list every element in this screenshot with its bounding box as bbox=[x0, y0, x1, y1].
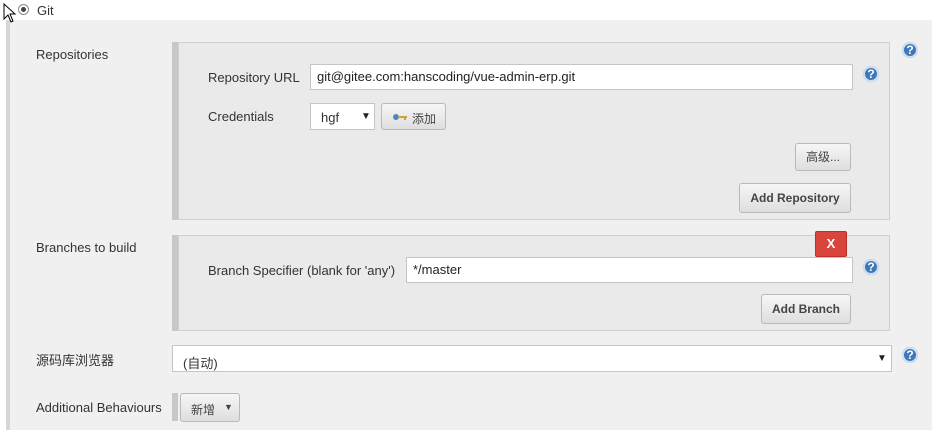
add-behaviour-label: 新增 bbox=[191, 403, 216, 417]
credentials-select[interactable]: hgf ▼ bbox=[310, 103, 375, 130]
credentials-value: hgf bbox=[321, 110, 340, 125]
add-credentials-button[interactable]: 添加 bbox=[381, 103, 446, 130]
delete-branch-button[interactable]: X bbox=[815, 231, 847, 257]
branches-label: Branches to build bbox=[36, 240, 137, 255]
key-icon bbox=[393, 114, 407, 120]
dropdown-arrow-icon: ▼ bbox=[361, 111, 371, 122]
dropdown-arrow-icon: ▼ bbox=[877, 353, 887, 364]
help-icon[interactable]: ? bbox=[863, 259, 879, 275]
branch-specifier-label: Branch Specifier (blank for 'any') bbox=[208, 263, 396, 278]
behaviours-bar bbox=[172, 393, 178, 421]
additional-behaviours-label: Additional Behaviours bbox=[36, 400, 162, 415]
source-browser-value: (自动) bbox=[183, 356, 218, 371]
add-credentials-label: 添加 bbox=[412, 112, 437, 126]
help-icon[interactable]: ? bbox=[902, 42, 918, 58]
help-icon[interactable]: ? bbox=[902, 347, 918, 363]
git-radio[interactable] bbox=[18, 4, 29, 15]
git-option-label: Git bbox=[37, 3, 54, 18]
credentials-label: Credentials bbox=[208, 109, 274, 124]
advanced-button[interactable]: 高级... bbox=[795, 143, 851, 171]
repository-url-input[interactable]: git@gitee.com:hanscoding/vue-admin-erp.g… bbox=[310, 64, 853, 90]
help-icon[interactable]: ? bbox=[863, 66, 879, 82]
add-repository-button[interactable]: Add Repository bbox=[739, 183, 851, 213]
source-browser-label: 源码库浏览器 bbox=[36, 353, 115, 368]
source-browser-select[interactable]: (自动) ▼ bbox=[172, 345, 892, 372]
mouse-cursor-icon bbox=[3, 3, 17, 23]
repositories-label: Repositories bbox=[36, 47, 109, 62]
caret-down-icon: ▼ bbox=[224, 402, 233, 412]
section-left-border bbox=[6, 20, 10, 430]
repository-url-label: Repository URL bbox=[208, 70, 300, 85]
add-behaviour-button[interactable]: 新增 ▼ bbox=[180, 393, 240, 422]
branch-specifier-input[interactable]: */master bbox=[406, 257, 853, 283]
add-branch-button[interactable]: Add Branch bbox=[761, 294, 851, 324]
radio-dot bbox=[21, 7, 26, 12]
